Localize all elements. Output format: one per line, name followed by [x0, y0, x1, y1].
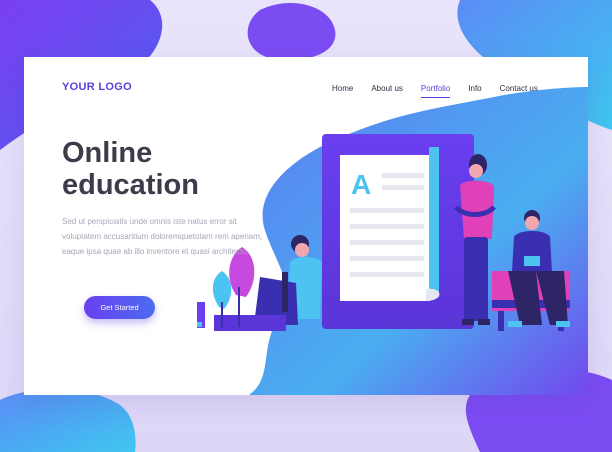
nav-item-contact-us[interactable]: Contact us: [500, 84, 538, 93]
landing-card: A YOUR LOGO Home About us Portfolio Info…: [24, 57, 588, 395]
get-started-button[interactable]: Get Started: [84, 296, 155, 319]
top-nav: Home About us Portfolio Info Contact us: [332, 84, 556, 98]
hero-title: Online education: [62, 137, 199, 201]
hero-title-line1: Online: [62, 137, 153, 169]
blob-top-center: [247, 2, 336, 61]
hero-description: Sed ut perspiciatis unde omnis iste natu…: [62, 217, 263, 256]
nav-item-portfolio[interactable]: Portfolio: [420, 84, 451, 98]
brand-logo[interactable]: YOUR LOGO: [62, 81, 132, 93]
nav-item-about-us[interactable]: About us: [371, 84, 403, 93]
blob-bottom-left: [0, 389, 136, 452]
hero-title-line2: education: [62, 169, 199, 201]
nav-item-home[interactable]: Home: [332, 84, 353, 93]
nav-item-info[interactable]: Info: [468, 84, 481, 93]
book-letter-a: A: [351, 169, 371, 200]
